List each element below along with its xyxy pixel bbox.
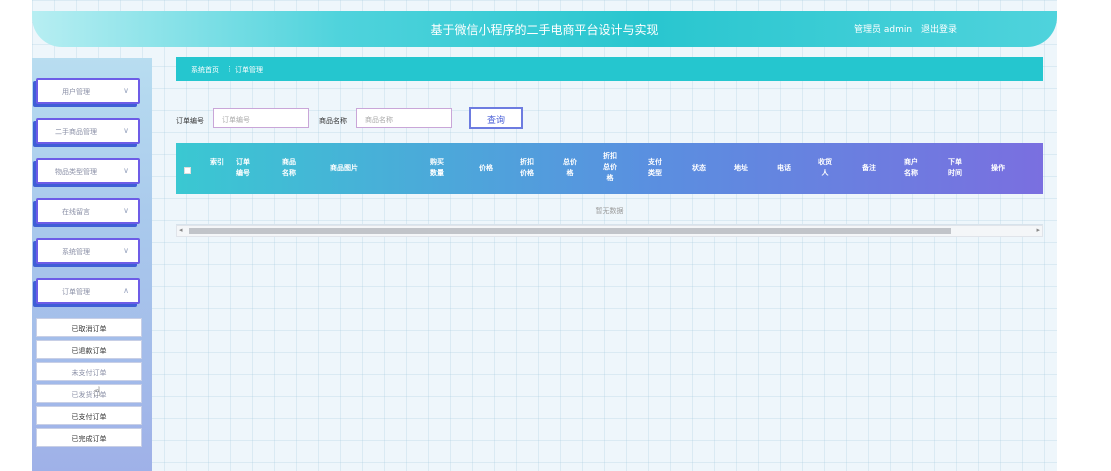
submenu-unpaid-orders[interactable]: 未支付订单 [36, 362, 142, 381]
column-header: 收货人 [818, 158, 832, 177]
column-header: 支付类型 [648, 158, 662, 177]
hand-cursor-icon: ☝ [93, 385, 101, 400]
app-root: 基于微信小程序的二手电商平台设计与实现 管理员 admin 退出登录 用户管理 … [0, 0, 1111, 471]
chevron-down-icon: ∨ [123, 126, 129, 135]
submenu-label: 已取消订单 [71, 325, 107, 333]
submenu-cancelled-orders[interactable]: 已取消订单 [36, 318, 142, 337]
menu-label: 订单管理 [62, 288, 90, 296]
chevron-down-icon: ∨ [123, 246, 129, 255]
column-header: 下单时间 [948, 158, 962, 177]
column-header: 总价格 [563, 158, 577, 177]
submenu-label: 已发货订单 [71, 391, 107, 399]
column-header: 索引 [210, 158, 224, 166]
column-header: 订单编号 [236, 158, 250, 177]
sidebar: 用户管理 ∨ 二手商品管理 ∨ 物品类型管理 ∨ 在线留言 ∨ 系统管理 ∨ 订… [32, 58, 152, 471]
menu-user-management[interactable]: 用户管理 ∨ [36, 78, 140, 104]
submenu-label: 未支付订单 [71, 369, 107, 377]
logout-link[interactable]: 退出登录 [921, 25, 957, 35]
scroll-right-icon[interactable]: ▸ [1036, 226, 1040, 234]
scroll-left-icon[interactable]: ◂ [179, 226, 183, 234]
empty-text: 暂无数据 [595, 207, 624, 215]
top-header: 基于微信小程序的二手电商平台设计与实现 管理员 admin 退出登录 [32, 11, 1057, 47]
submenu-shipped-orders[interactable]: 已发货订单 [36, 384, 142, 403]
menu-label: 用户管理 [62, 88, 90, 96]
column-header: 商户名称 [904, 158, 918, 177]
submenu-refunded-orders[interactable]: 已退款订单 [36, 340, 142, 359]
column-header: 电话 [777, 164, 791, 172]
menu-product-management[interactable]: 二手商品管理 ∨ [36, 118, 140, 144]
column-header: 商品名称 [282, 158, 296, 177]
submenu-label: 已退款订单 [71, 347, 107, 355]
submenu-completed-orders[interactable]: 已完成订单 [36, 428, 142, 447]
column-header: 折扣总价格 [603, 152, 617, 182]
breadcrumb-separator: ⋮ [226, 65, 233, 73]
menu-label: 系统管理 [62, 248, 90, 256]
menu-label: 在线留言 [62, 208, 90, 216]
product-name-label: 商品名称 [319, 117, 347, 125]
column-header: 价格 [479, 164, 493, 172]
query-button[interactable]: 查询 [469, 107, 523, 129]
user-label: 管理员 admin [854, 25, 913, 35]
product-name-input[interactable]: 商品名称 [356, 108, 452, 128]
menu-label: 物品类型管理 [55, 168, 97, 176]
menu-order-management[interactable]: 订单管理 ∧ [36, 278, 140, 304]
chevron-down-icon: ∨ [123, 166, 129, 175]
chevron-down-icon: ∨ [123, 86, 129, 95]
column-header: 商品图片 [330, 164, 358, 172]
breadcrumb-current: 订单管理 [235, 66, 263, 74]
order-no-input[interactable]: 订单编号 [213, 108, 309, 128]
breadcrumb: 系统首页 ⋮ 订单管理 [176, 57, 1043, 81]
column-header: 操作 [991, 164, 1005, 172]
scrollbar-thumb[interactable] [189, 228, 951, 234]
column-header: 备注 [862, 164, 876, 172]
column-header: 地址 [734, 164, 748, 172]
menu-item-type-management[interactable]: 物品类型管理 ∨ [36, 158, 140, 184]
menu-system-management[interactable]: 系统管理 ∨ [36, 238, 140, 264]
breadcrumb-home[interactable]: 系统首页 [191, 65, 219, 75]
submenu-paid-orders[interactable]: 已支付订单 [36, 406, 142, 425]
chevron-down-icon: ∨ [123, 206, 129, 215]
submenu-label: 已支付订单 [71, 413, 107, 421]
chevron-up-icon: ∧ [123, 286, 129, 295]
empty-table-row: 暂无数据 [176, 194, 1043, 225]
menu-label: 二手商品管理 [55, 128, 97, 136]
user-area: 管理员 admin 退出登录 [854, 22, 963, 35]
select-all-checkbox[interactable] [184, 167, 191, 174]
column-header: 折扣价格 [520, 158, 534, 177]
submenu-label: 已完成订单 [71, 435, 107, 443]
column-header: 购买数量 [430, 158, 444, 177]
horizontal-scrollbar[interactable]: ◂ ▸ [176, 225, 1043, 237]
order-no-label: 订单编号 [176, 117, 204, 125]
table-header: 索引 订单编号 商品名称 商品图片 购买数量 价格 折扣价格 总价格 折扣总价格… [176, 143, 1043, 194]
column-header: 状态 [692, 164, 706, 172]
menu-online-message[interactable]: 在线留言 ∨ [36, 198, 140, 224]
